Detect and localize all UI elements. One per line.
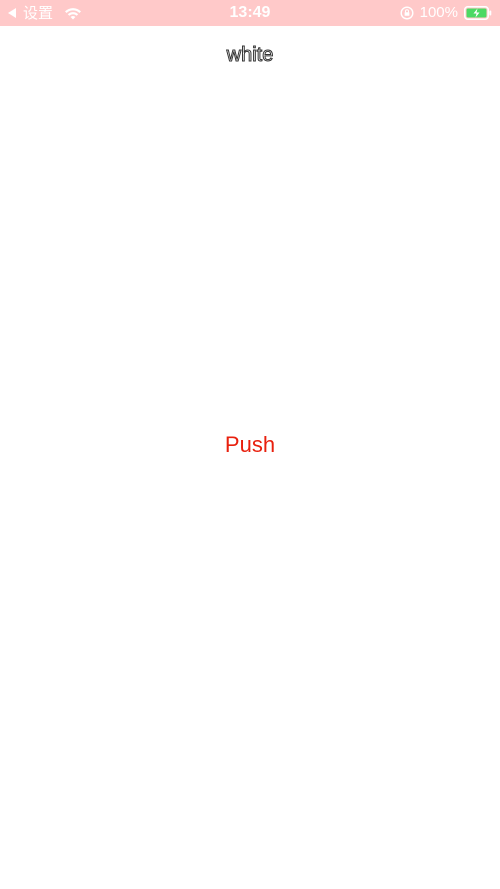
status-bar: 设置 13:49 100% [0, 0, 500, 26]
battery-percent: 100% [419, 4, 458, 21]
push-button[interactable]: Push [190, 428, 310, 462]
orientation-lock-icon [400, 6, 414, 20]
status-right: 100% [400, 3, 492, 23]
app-screen: 设置 13:49 100% white Push [0, 0, 500, 889]
battery-charging-icon [464, 6, 492, 20]
nav-title: white [226, 44, 274, 67]
